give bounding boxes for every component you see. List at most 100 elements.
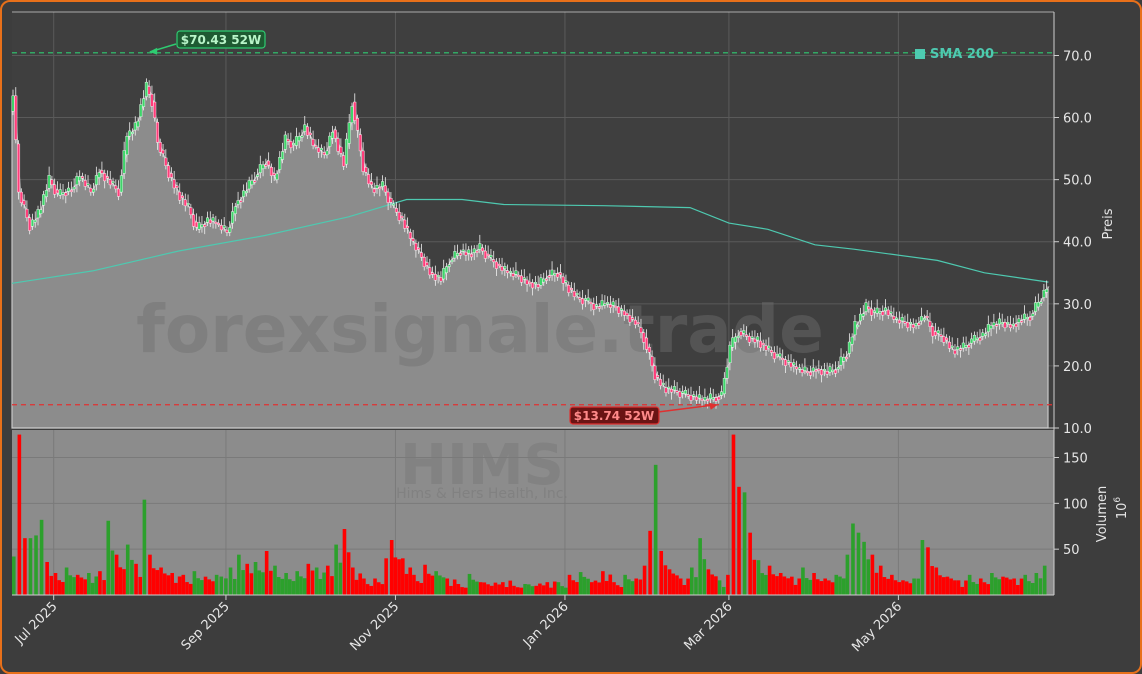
volume-bar-up — [322, 572, 326, 595]
candle-down — [364, 167, 368, 173]
candle-up — [889, 311, 893, 314]
candle-down — [397, 212, 401, 221]
volume-bar-up — [1034, 573, 1039, 595]
candle-up — [909, 322, 913, 325]
volume-tick-label: 50 — [1063, 543, 1080, 558]
candle-down — [808, 371, 812, 376]
candle-up — [661, 383, 665, 385]
candle-down — [153, 101, 157, 119]
candle-down — [628, 315, 632, 323]
candle-down — [825, 371, 829, 375]
candle-up — [1017, 318, 1021, 323]
volume-bar-up — [556, 582, 561, 595]
volume-bar-down — [114, 554, 119, 595]
candle-down — [531, 282, 535, 289]
candle-up — [550, 269, 554, 276]
candle-up — [86, 183, 90, 186]
volume-bar-down — [401, 558, 405, 595]
candle-up — [542, 278, 546, 283]
candle-up — [247, 180, 251, 190]
volume-bar-up — [721, 586, 726, 595]
y-tick-label: 70.0 — [1063, 49, 1092, 64]
volume-bar-down — [249, 573, 254, 595]
volume-bar-down — [893, 580, 898, 595]
candle-down — [158, 142, 162, 153]
volume-bar-down — [61, 581, 65, 595]
volume-bar-down — [166, 575, 171, 595]
volume-bar-down — [23, 538, 27, 595]
candle-down — [636, 322, 640, 325]
volume-bar-down — [57, 580, 61, 595]
candle-up — [828, 366, 832, 373]
candle-down — [561, 276, 565, 284]
candle-down — [150, 94, 154, 107]
volume-bar-down — [575, 582, 579, 595]
volume-unit-label: 106 — [1113, 497, 1130, 520]
candle-up — [1045, 289, 1049, 293]
candle-up — [884, 307, 888, 312]
candle-up — [450, 260, 454, 262]
volume-bar-up — [94, 576, 99, 595]
volume-bar-down — [98, 571, 102, 595]
volume-bar-down — [663, 565, 668, 595]
volume-bar-down — [593, 580, 598, 595]
candle-down — [781, 357, 785, 360]
volume-bar-up — [838, 576, 842, 595]
candle-up — [292, 143, 296, 146]
volume-bar-down — [512, 585, 516, 595]
volume-bar-down — [155, 570, 160, 595]
candle-down — [800, 369, 804, 373]
volume-bar-up — [241, 570, 245, 595]
volume-bar-down — [908, 583, 913, 595]
candle-down — [772, 352, 776, 360]
volume-bar-down — [737, 486, 741, 595]
candle-down — [903, 321, 907, 324]
candle-up — [1006, 322, 1010, 325]
volume-bar-up — [702, 559, 707, 595]
volume-bar-down — [731, 434, 736, 595]
candle-down — [103, 173, 107, 182]
candle-down — [639, 327, 643, 333]
candle-down — [656, 375, 660, 378]
candle-down — [25, 208, 29, 218]
candle-down — [658, 379, 662, 386]
volume-bar-up — [257, 570, 262, 595]
candle-down — [558, 272, 562, 275]
candle-up — [731, 337, 735, 348]
candle-down — [439, 277, 443, 282]
candle-up — [950, 345, 954, 348]
volume-bar-down — [419, 582, 424, 595]
volume-bar-down — [423, 564, 427, 595]
volume-axis-label: Volumen — [1095, 486, 1110, 543]
candle-down — [336, 138, 340, 152]
volume-bar-down — [938, 575, 942, 595]
candle-down — [589, 302, 593, 305]
volume-bar-up — [856, 532, 861, 595]
volume-bar-down — [934, 567, 939, 595]
volume-bar-down — [369, 585, 374, 595]
candle-down — [372, 188, 376, 193]
volume-bar-down — [793, 584, 798, 595]
volume-bar-down — [449, 585, 453, 595]
candle-down — [50, 179, 54, 186]
candle-down — [117, 188, 121, 197]
candle-up — [344, 138, 348, 165]
candle-down — [155, 122, 159, 143]
candle-down — [500, 266, 504, 272]
volume-bar-down — [953, 580, 957, 595]
candle-down — [322, 152, 326, 156]
candle-down — [592, 303, 596, 310]
candle-down — [339, 146, 343, 154]
candle-up — [975, 337, 979, 340]
volume-bar-up — [804, 578, 809, 595]
volume-bar-down — [612, 582, 616, 595]
volume-bar-up — [862, 541, 866, 595]
candle-up — [453, 251, 457, 259]
candle-down — [653, 365, 657, 380]
candle-down — [403, 219, 407, 229]
volume-bar-up — [523, 584, 527, 595]
candle-up — [144, 81, 148, 97]
candle-down — [367, 174, 371, 185]
x-tick-label: Jul 2025 — [12, 599, 61, 648]
candle-down — [570, 288, 574, 290]
